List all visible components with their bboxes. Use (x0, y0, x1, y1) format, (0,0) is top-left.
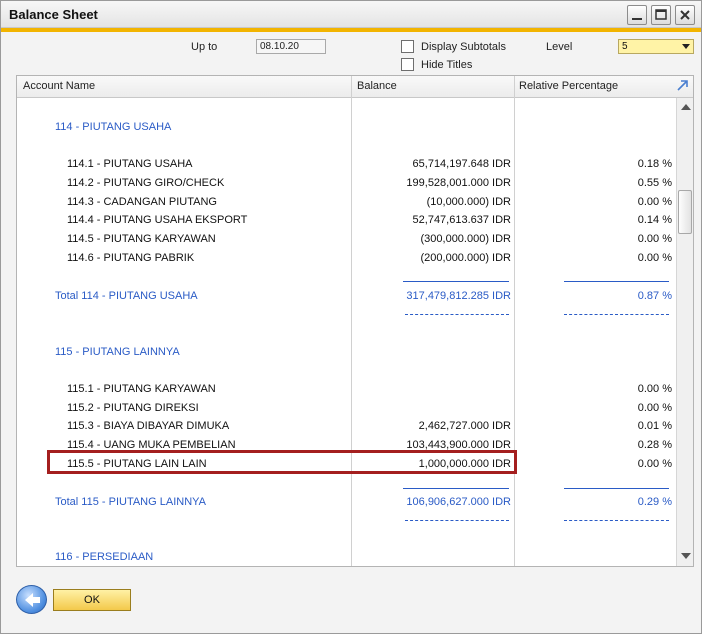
table-row[interactable]: 115.2 - PIUTANG DIREKSI 0.00 % (17, 402, 677, 420)
percentage-value: 0.28 % (637, 439, 672, 451)
table-row[interactable]: 114.1 - PIUTANG USAHA 65,714,197.648 IDR… (17, 158, 677, 176)
account-name: 114.3 - CADANGAN PIUTANG (67, 196, 217, 208)
balance-value: (10,000.000) IDR (426, 196, 511, 208)
balance-sheet-window: Balance Sheet Up to 08.10.20 Display Sub… (0, 0, 702, 634)
percentage-value: 0.14 % (637, 214, 672, 226)
percentage-value: 0.00 % (637, 252, 672, 264)
percentage-value: 0.00 % (637, 402, 672, 414)
group-title-row[interactable]: 114 - PIUTANG USAHA (17, 121, 677, 139)
balance-value: (200,000.000) IDR (420, 252, 512, 264)
account-name: Total 115 - PIUTANG LAINNYA (55, 496, 206, 508)
dropdown-arrow-icon[interactable] (682, 44, 690, 49)
group-title-row[interactable]: 116 - PERSEDIAAN (17, 551, 677, 566)
display-subtotals-checkbox[interactable] (401, 40, 414, 53)
percentage-value: 0.00 % (637, 196, 672, 208)
table-row[interactable]: 114.6 - PIUTANG PABRIK (200,000.000) IDR… (17, 252, 677, 270)
minimize-button[interactable] (627, 5, 647, 25)
title-accent-strip (1, 28, 701, 32)
account-name: 115.3 - BIAYA DIBAYAR DIMUKA (67, 420, 230, 432)
account-name: 114.2 - PIUTANG GIRO/CHECK (67, 177, 225, 189)
level-select[interactable]: 5 (618, 39, 694, 54)
vertical-scrollbar[interactable] (676, 98, 693, 566)
account-name: 114.5 - PIUTANG KARYAWAN (67, 233, 216, 245)
column-divider (351, 76, 352, 566)
table-row[interactable]: 114.4 - PIUTANG USAHA EKSPORT 52,747,613… (17, 214, 677, 232)
table-row[interactable]: 115.3 - BIAYA DIBAYAR DIMUKA 2,462,727.0… (17, 420, 677, 438)
balance-value: 106,906,627.000 IDR (406, 496, 511, 508)
display-subtotals-label: Display Subtotals (421, 41, 506, 53)
title-bar: Balance Sheet (1, 1, 701, 28)
column-header-percentage[interactable]: Relative Percentage (519, 80, 618, 92)
subtotal-underline (403, 281, 509, 282)
percentage-value: 0.55 % (637, 177, 672, 189)
total-dashed-line (405, 314, 509, 315)
account-name: 114.6 - PIUTANG PABRIK (67, 252, 195, 264)
window-title: Balance Sheet (9, 7, 98, 22)
level-value: 5 (622, 41, 628, 52)
account-name: 115 - PIUTANG LAINNYA (55, 346, 180, 358)
hide-titles-checkbox[interactable] (401, 58, 414, 71)
account-name: 115.2 - PIUTANG DIREKSI (67, 402, 199, 414)
balance-value: (300,000.000) IDR (420, 233, 512, 245)
subtotal-underline (403, 488, 509, 489)
maximize-icon (655, 9, 667, 20)
account-name: 115.1 - PIUTANG KARYAWAN (67, 383, 216, 395)
percentage-value: 0.00 % (637, 458, 672, 470)
scroll-down-icon[interactable] (681, 553, 691, 559)
percentage-value: 0.01 % (637, 420, 672, 432)
maximize-button[interactable] (651, 5, 671, 25)
grid-header: Account Name Balance Relative Percentage (17, 76, 693, 98)
balance-value: 2,462,727.000 IDR (418, 420, 511, 432)
table-row[interactable]: 115.1 - PIUTANG KARYAWAN 0.00 % (17, 383, 677, 401)
expand-icon[interactable] (675, 77, 691, 93)
highlight-box (47, 450, 517, 474)
subtotal-underline (564, 281, 669, 282)
subtotal-underline (564, 488, 669, 489)
balance-value: 317,479,812.285 IDR (406, 290, 511, 302)
total-dashed-line (564, 314, 669, 315)
table-row[interactable]: 114.3 - CADANGAN PIUTANG (10,000.000) ID… (17, 196, 677, 214)
account-name: Total 114 - PIUTANG USAHA (55, 290, 198, 302)
percentage-value: 0.00 % (637, 233, 672, 245)
level-label: Level (546, 41, 573, 53)
back-button[interactable] (16, 585, 47, 614)
percentage-value: 0.18 % (637, 158, 672, 170)
account-name: 114 - PIUTANG USAHA (55, 121, 172, 133)
account-name: 114.4 - PIUTANG USAHA EKSPORT (67, 214, 248, 226)
balance-sheet-grid: Account Name Balance Relative Percentage… (16, 75, 694, 567)
total-row[interactable]: Total 114 - PIUTANG USAHA 317,479,812.28… (17, 290, 677, 308)
account-name: 114.1 - PIUTANG USAHA (67, 158, 193, 170)
table-row[interactable]: 114.2 - PIUTANG GIRO/CHECK 199,528,001.0… (17, 177, 677, 195)
percentage-value: 0.87 % (637, 290, 672, 302)
close-button[interactable] (675, 5, 695, 25)
balance-value: 199,528,001.000 IDR (406, 177, 511, 189)
back-arrow-icon (25, 593, 40, 607)
percentage-value: 0.29 % (637, 496, 672, 508)
column-header-account[interactable]: Account Name (23, 80, 95, 92)
balance-value: 65,714,197.648 IDR (412, 158, 511, 170)
up-to-field[interactable]: 08.10.20 (256, 39, 326, 54)
minimize-icon (632, 18, 642, 20)
close-icon (680, 10, 690, 20)
hide-titles-label: Hide Titles (421, 59, 473, 71)
scroll-thumb[interactable] (678, 190, 692, 234)
balance-value: 52,747,613.637 IDR (412, 214, 511, 226)
total-dashed-line (405, 520, 509, 521)
total-row[interactable]: Total 115 - PIUTANG LAINNYA 106,906,627.… (17, 496, 677, 514)
total-dashed-line (564, 520, 669, 521)
scroll-up-icon[interactable] (681, 104, 691, 110)
column-divider (514, 76, 515, 566)
percentage-value: 0.00 % (637, 383, 672, 395)
column-header-balance[interactable]: Balance (357, 80, 397, 92)
table-row[interactable]: 114.5 - PIUTANG KARYAWAN (300,000.000) I… (17, 233, 677, 251)
up-to-label: Up to (191, 41, 218, 53)
account-name: 116 - PERSEDIAAN (55, 551, 154, 563)
group-title-row[interactable]: 115 - PIUTANG LAINNYA (17, 346, 677, 364)
ok-button[interactable]: OK (53, 589, 131, 611)
